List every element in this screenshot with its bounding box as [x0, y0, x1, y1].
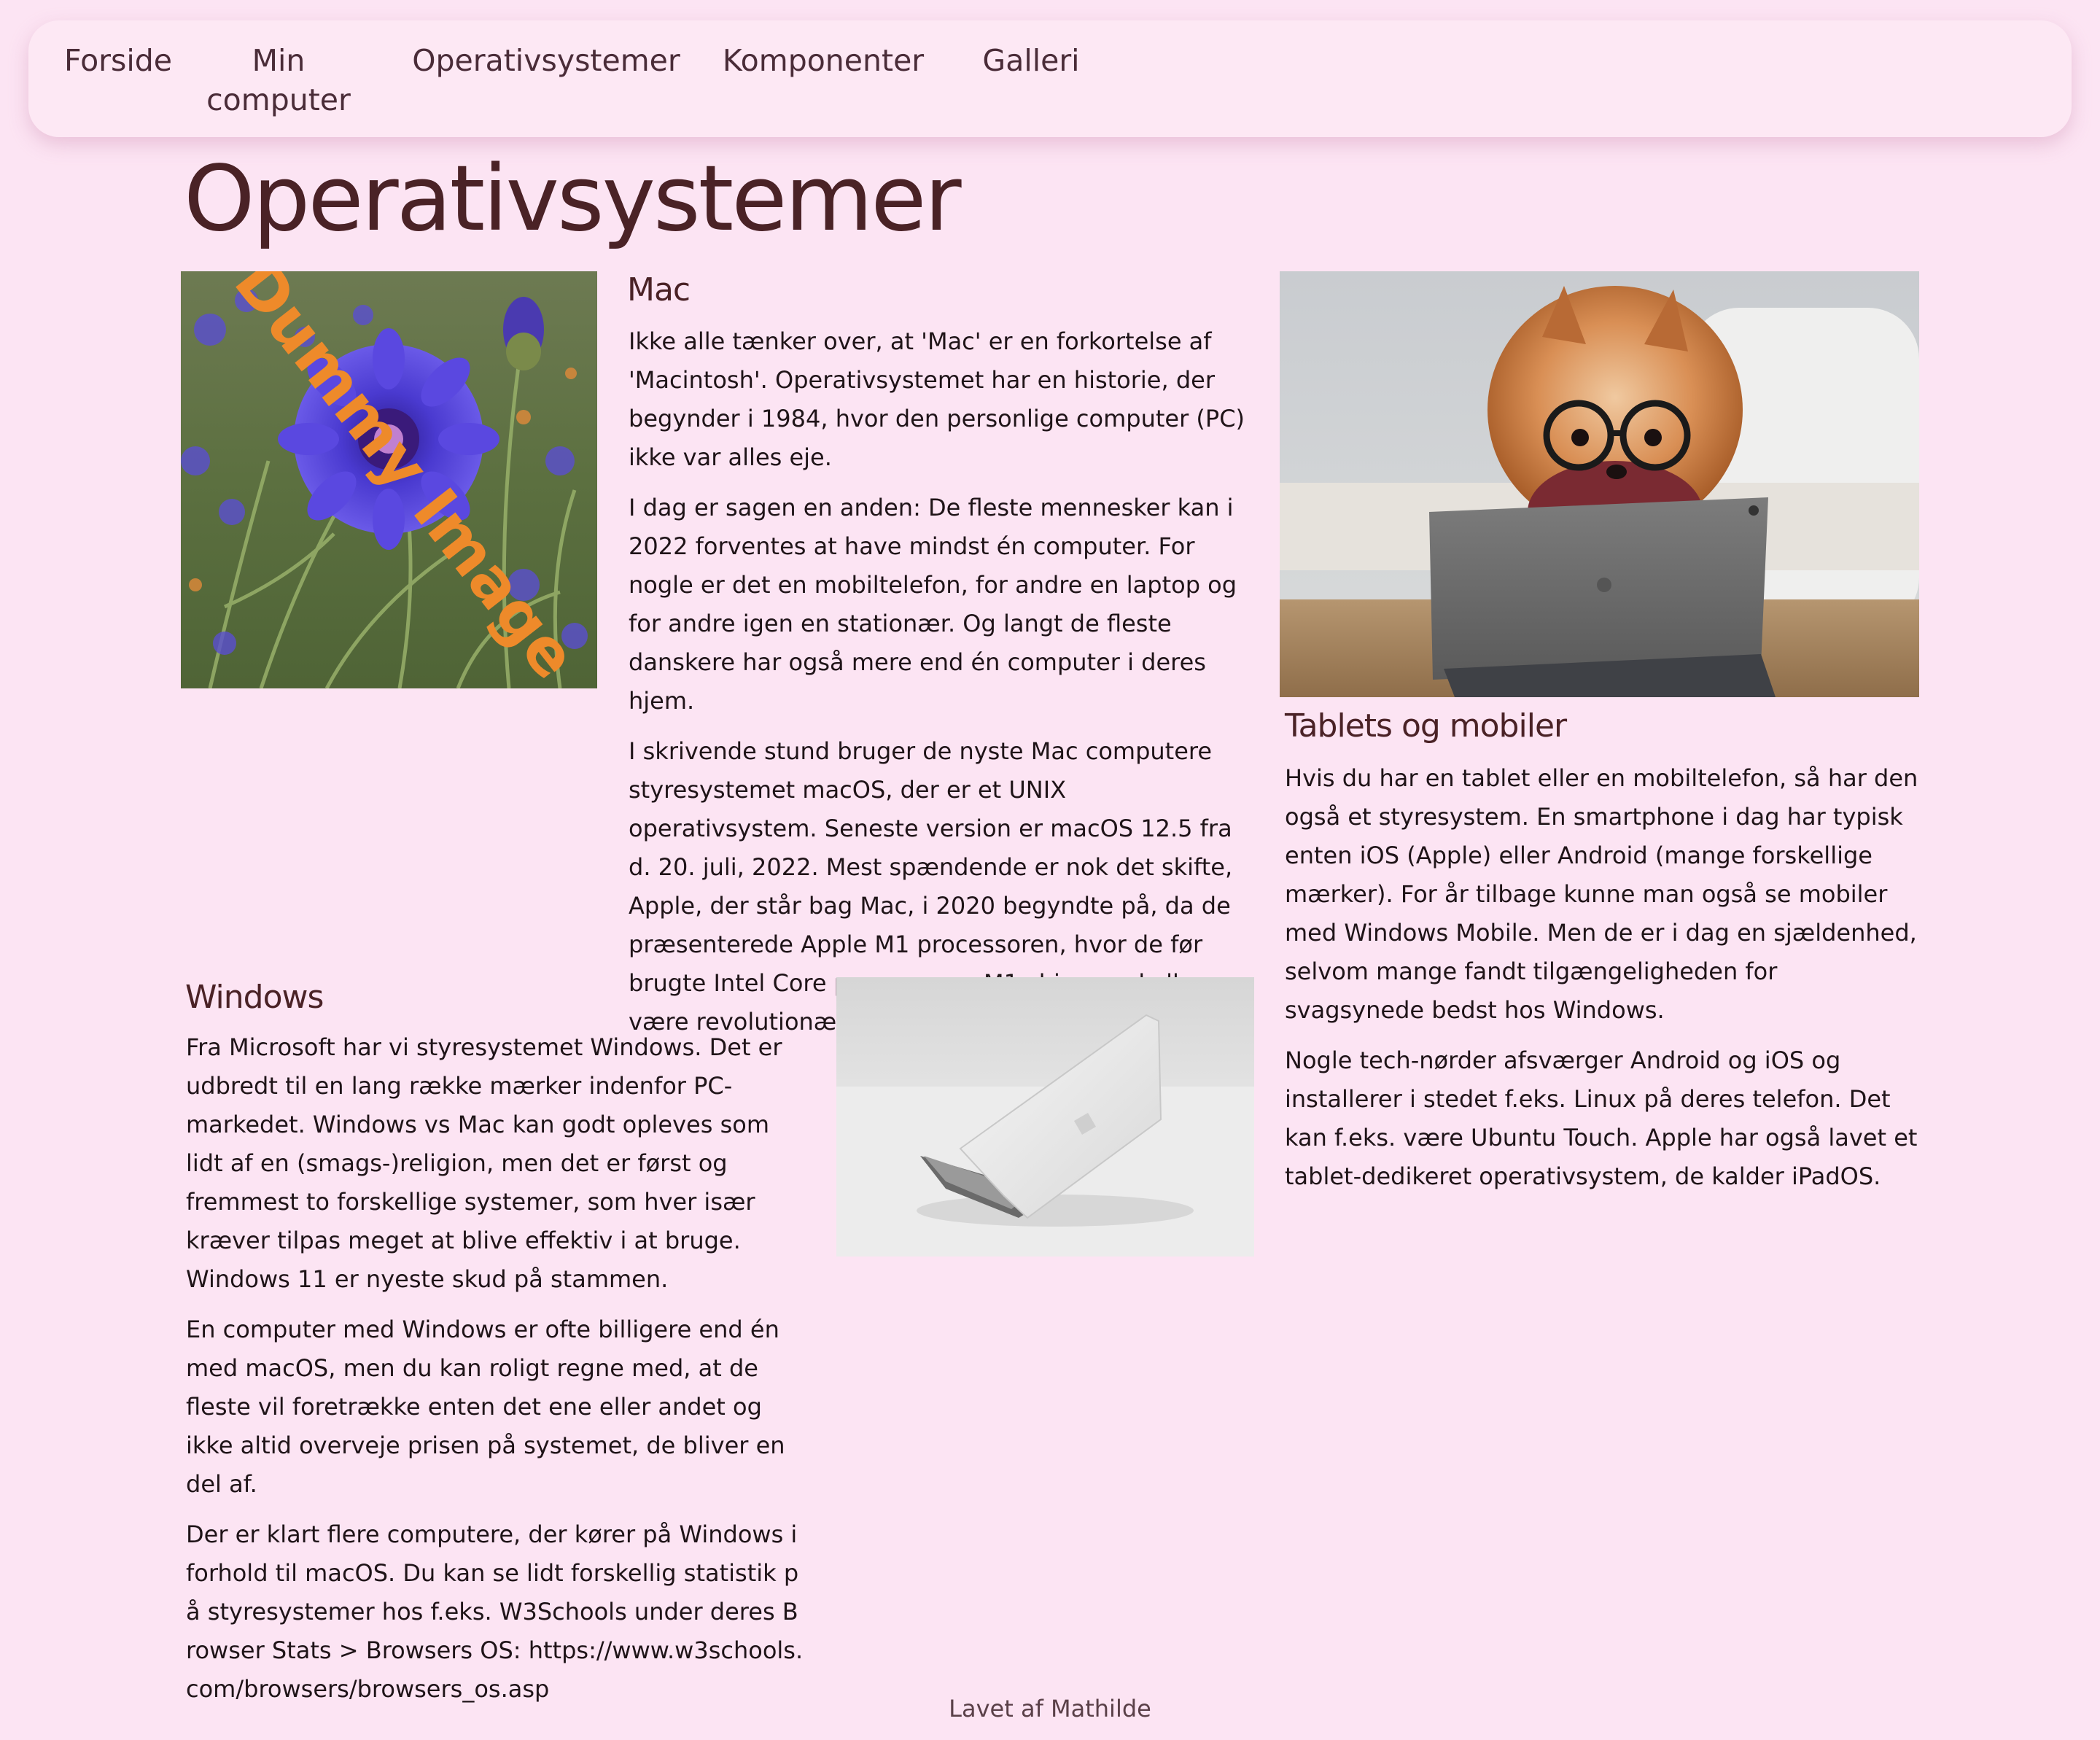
page-footer: Lavet af Mathilde — [949, 1695, 1151, 1722]
nav-link-galleri[interactable]: Galleri — [947, 41, 1115, 80]
mac-heading: Mac — [627, 271, 691, 308]
laptop-image — [836, 977, 1254, 1257]
dummy-flower-image: Dummy Image — [181, 271, 597, 688]
mac-paragraph: I dag er sagen en anden: De fleste menne… — [629, 494, 1237, 715]
tablets-heading: Tablets og mobiler — [1285, 707, 1567, 745]
windows-paragraph: Fra Microsoft har vi styresystemet Windo… — [186, 1033, 782, 1293]
mac-text: Ikke alle tænker over, at 'Mac' er en fo… — [629, 322, 1248, 1053]
nav-link-forside[interactable]: Forside — [49, 41, 187, 80]
windows-heading: Windows — [185, 979, 324, 1016]
windows-paragraph: En computer med Windows er ofte billiger… — [186, 1316, 785, 1498]
nav-link-komponenter[interactable]: Komponenter — [707, 41, 940, 80]
nav-link-min-computer[interactable]: Min computer — [202, 41, 355, 120]
windows-paragraph: Der er klart flere computere, der kører … — [186, 1520, 804, 1703]
tablets-paragraph: Nogle tech-nørder afsværger Android og i… — [1285, 1046, 1918, 1190]
tablets-text: Hvis du har en tablet eller en mobiltele… — [1285, 759, 1919, 1208]
mac-paragraph: Ikke alle tænker over, at 'Mac' er en fo… — [629, 327, 1245, 471]
page-title: Operativsystemer — [184, 147, 962, 252]
dog-with-tablet-image — [1280, 271, 1919, 697]
nav-link-operativsystemer[interactable]: Operativsystemer — [393, 41, 699, 80]
windows-text: Fra Microsoft har vi styresystemet Windo… — [186, 1028, 806, 1720]
tablets-paragraph: Hvis du har en tablet eller en mobiltele… — [1285, 764, 1918, 1024]
top-navigation: Forside Min computer Operativsystemer Ko… — [28, 20, 2072, 137]
